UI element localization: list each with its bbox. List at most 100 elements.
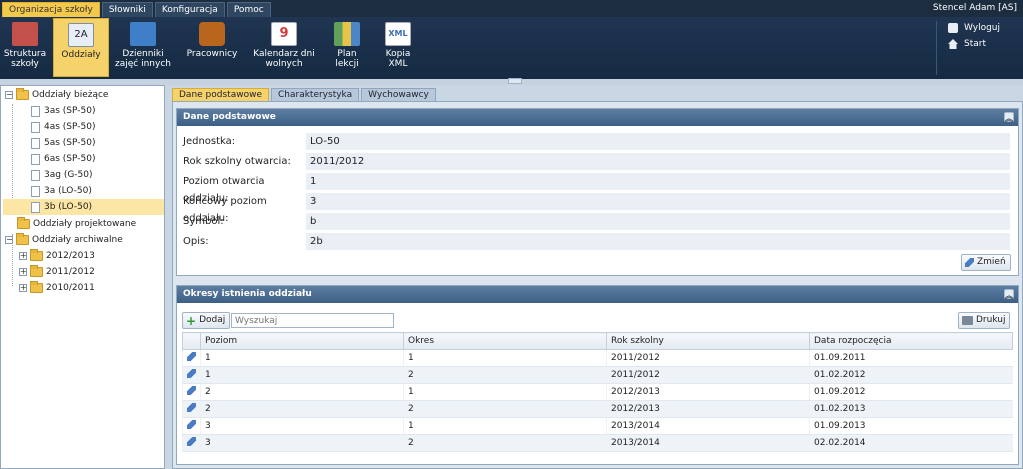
plus-icon: + [186, 313, 197, 328]
tab-charakterystyka[interactable]: Charakterystyka [270, 88, 360, 101]
schedule-icon [334, 22, 360, 46]
folder-icon [17, 217, 30, 229]
print-button[interactable]: Drukuj [958, 312, 1011, 329]
tree-node-year[interactable]: + 2011/2012 [19, 264, 95, 280]
class-icon [31, 185, 40, 197]
tree-node-projected[interactable]: Oddziały projektowane [17, 216, 136, 232]
class-icon [31, 137, 40, 149]
detail-tabs: Dane podstawowe Charakterystyka Wychowaw… [172, 88, 436, 101]
ribbon-collapse-handle[interactable] [508, 78, 522, 84]
pencil-icon [965, 258, 974, 267]
table-row[interactable]: 3 2 2013/2014 02.02.2014 [182, 434, 1013, 452]
folder-open-icon [16, 88, 29, 100]
class-icon [31, 201, 40, 213]
field-koncowy-poziom: Końcowy poziom oddziału: 3 [181, 193, 1010, 224]
tree-node-archived[interactable]: − Oddziały archiwalne [5, 232, 123, 248]
logout-link[interactable]: Wyloguj [948, 23, 1000, 33]
add-button[interactable]: + Dodaj [182, 312, 231, 329]
column-header-edit [182, 332, 201, 350]
edit-button[interactable]: Zmień [961, 254, 1011, 271]
class-tree: − Oddziały bieżące 3as (SP-50) 4as (SP-5… [0, 85, 165, 469]
tree-item[interactable]: 3as (SP-50) [31, 103, 95, 119]
folder-open-icon [16, 233, 29, 245]
tree-node-year[interactable]: + 2010/2011 [19, 280, 95, 296]
start-link[interactable]: Start [948, 39, 986, 49]
lock-icon [948, 23, 958, 33]
edit-row-icon[interactable] [187, 420, 196, 429]
ribbon-pracownicy-button[interactable]: Pracownicy [184, 18, 240, 77]
ribbon-kalendarz-button[interactable]: 9 Kalendarz dni wolnych [250, 18, 318, 77]
field-jednostka: Jednostka: LO-50 [181, 133, 1010, 150]
column-header[interactable]: Poziom [200, 332, 404, 350]
ribbon-toolbar: Struktura szkoły 2A Oddziały Dzienniki z… [0, 17, 1023, 79]
field-opis: Opis: 2b [181, 233, 1010, 250]
panel-header: Dane podstawowe [177, 109, 1018, 127]
search-input[interactable] [231, 313, 394, 328]
xml-icon: XML [385, 22, 411, 46]
folder-icon [30, 249, 43, 261]
ribbon-separator [936, 21, 937, 75]
tab-wychowawcy[interactable]: Wychowawcy [361, 88, 436, 101]
edit-row-icon[interactable] [187, 369, 196, 378]
class-icon [31, 121, 40, 133]
ribbon-oddzialy-button[interactable]: 2A Oddziały [53, 18, 109, 77]
class-icon [31, 153, 40, 165]
current-user: Stencel Adam [AS] [932, 3, 1017, 13]
column-header[interactable]: Okres [403, 332, 607, 350]
tree-node-current[interactable]: − Oddziały bieżące [5, 87, 108, 103]
menu-tab-konfiguracja[interactable]: Konfiguracja [154, 2, 225, 17]
ribbon-struktura-button[interactable]: Struktura szkoły [3, 18, 47, 77]
menu-tab-slowniki[interactable]: Słowniki [101, 2, 153, 17]
tree-line [12, 104, 13, 202]
table-row[interactable]: 2 2 2012/2013 01.02.2013 [182, 400, 1013, 418]
field-rok-szkolny: Rok szkolny otwarcia: 2011/2012 [181, 153, 1010, 170]
panel-splitter[interactable]: ◂ [165, 85, 172, 469]
field-poziom-otwarcia: Poziom otwarcia oddziału: 1 [181, 173, 1010, 204]
expand-icon[interactable]: + [19, 252, 27, 260]
folder-icon [30, 281, 43, 293]
panel-header: Okresy istnienia oddziału [177, 286, 1018, 304]
home-icon [948, 39, 958, 49]
class-icon [31, 169, 40, 181]
table-row[interactable]: 1 1 2011/2012 01.09.2011 [182, 349, 1013, 367]
menu-tab-organizacja[interactable]: Organizacja szkoły [2, 2, 100, 17]
tab-dane-podstawowe[interactable]: Dane podstawowe [172, 88, 269, 101]
expand-icon[interactable]: + [19, 284, 27, 292]
tree-item[interactable]: 3ag (G-50) [31, 167, 93, 183]
tree-item[interactable]: 6as (SP-50) [31, 151, 95, 167]
table-row[interactable]: 1 2 2011/2012 01.02.2012 [182, 366, 1013, 384]
detail-content: Dane podstawowe Jednostka: LO-50 Rok szk… [172, 101, 1023, 469]
tree-item-selected[interactable]: 3b (LO-50) [3, 199, 164, 215]
ribbon-plan-button[interactable]: Plan lekcji [328, 18, 366, 77]
tree-item[interactable]: 5as (SP-50) [31, 135, 95, 151]
tree-item[interactable]: 3a (LO-50) [31, 183, 92, 199]
table-row[interactable]: 2 1 2012/2013 01.09.2012 [182, 383, 1013, 401]
tree-node-year[interactable]: + 2012/2013 [19, 248, 95, 264]
collapse-panel-icon[interactable] [1004, 287, 1014, 304]
edit-row-icon[interactable] [187, 437, 196, 446]
school-structure-icon [12, 22, 38, 46]
column-header[interactable]: Data rozpoczęcia [809, 332, 1013, 350]
expand-icon[interactable]: + [19, 268, 27, 276]
collapse-icon[interactable]: − [5, 91, 13, 99]
periods-table: Poziom Okres Rok szkolny Data rozpoczęci… [182, 332, 1013, 452]
class-icon [31, 105, 40, 117]
class-2a-icon: 2A [68, 23, 94, 47]
column-header[interactable]: Rok szkolny [606, 332, 810, 350]
collapse-panel-icon[interactable] [1004, 110, 1014, 127]
tree-item[interactable]: 4as (SP-50) [31, 119, 95, 135]
table-row[interactable]: 3 1 2013/2014 01.09.2013 [182, 417, 1013, 435]
folder-icon [30, 265, 43, 277]
top-menu-bar: Organizacja szkoły Słowniki Konfiguracja… [0, 0, 1023, 17]
ribbon-dzienniki-button[interactable]: Dzienniki zajęć innych [113, 18, 173, 77]
menu-tab-pomoc[interactable]: Pomoc [226, 2, 271, 17]
edit-row-icon[interactable] [187, 403, 196, 412]
ribbon-kopia-xml-button[interactable]: XML Kopia XML [378, 18, 418, 77]
basic-data-panel: Dane podstawowe Jednostka: LO-50 Rok szk… [176, 108, 1019, 276]
collapse-icon[interactable]: − [5, 236, 13, 244]
edit-row-icon[interactable] [187, 352, 196, 361]
field-symbol: Symbol: b [181, 213, 1010, 230]
edit-row-icon[interactable] [187, 386, 196, 395]
briefcase-icon [199, 22, 225, 46]
periods-panel: Okresy istnienia oddziału + Dodaj Drukuj… [176, 285, 1019, 465]
